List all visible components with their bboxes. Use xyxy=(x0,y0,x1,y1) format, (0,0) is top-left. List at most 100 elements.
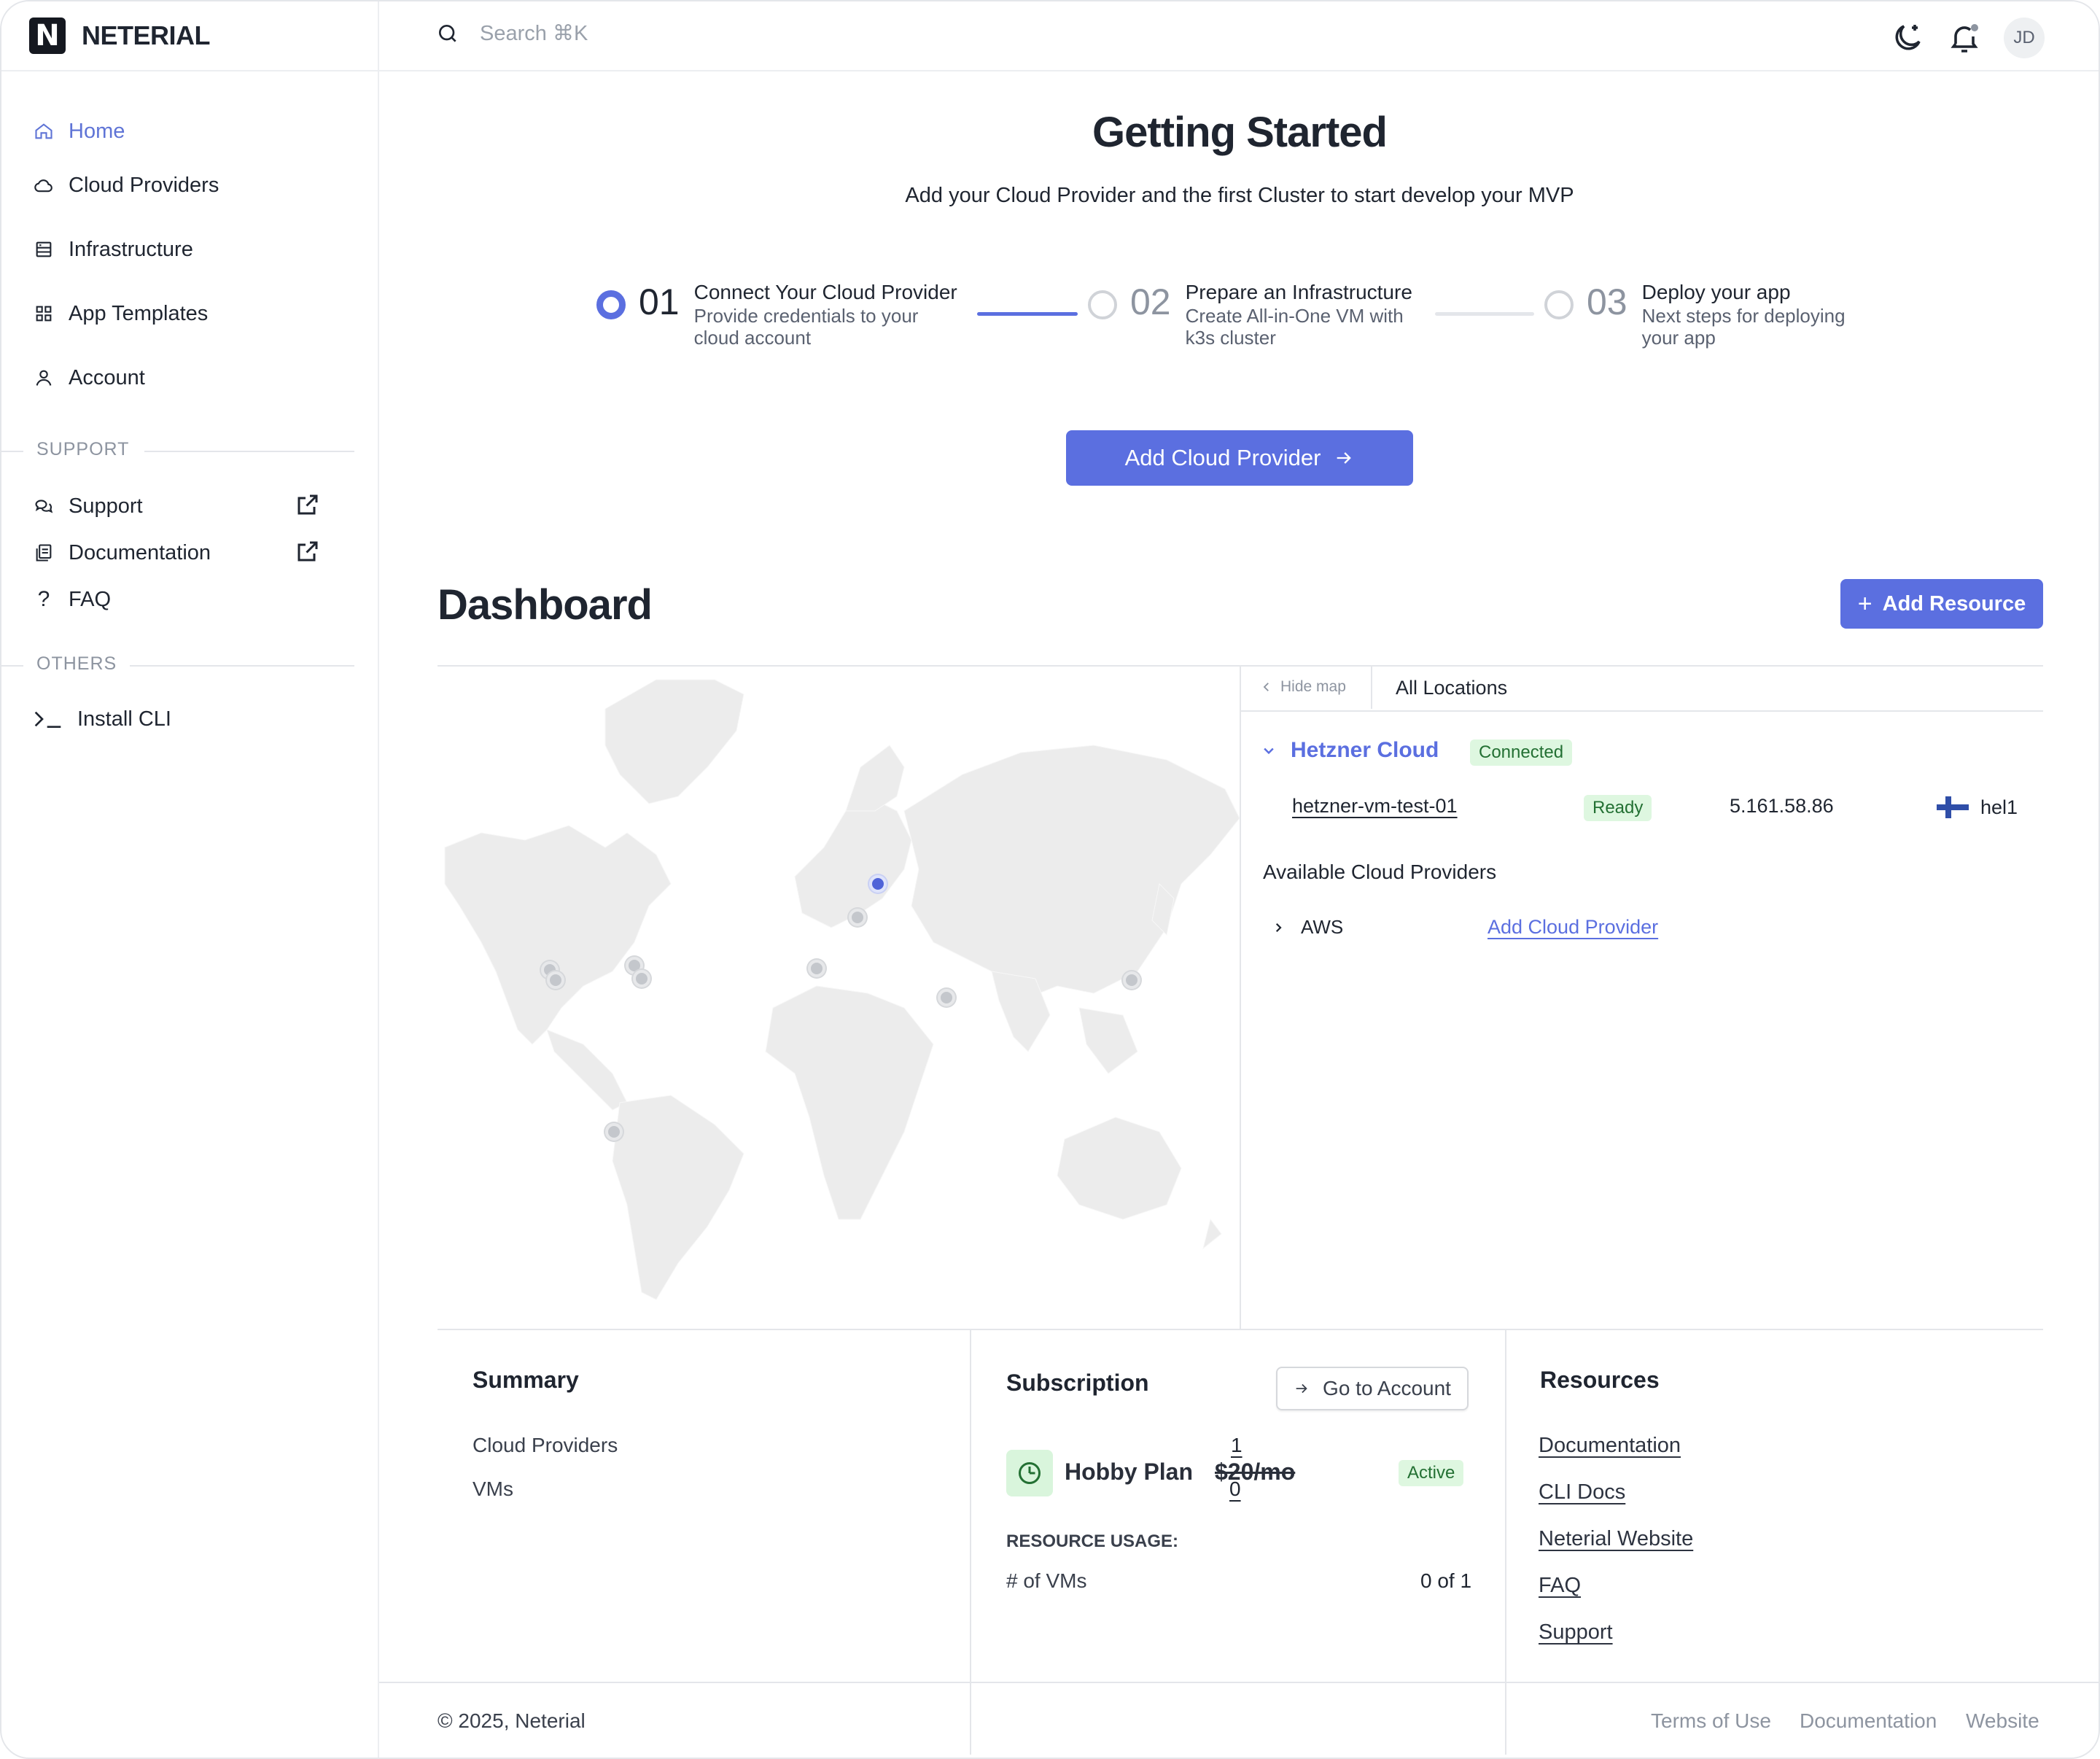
location-pin[interactable] xyxy=(1123,971,1140,989)
search-bar[interactable]: Search ⌘K xyxy=(436,20,588,46)
chevron-left-icon xyxy=(1263,683,1269,691)
add-cloud-provider-button[interactable]: Add Cloud Provider xyxy=(1066,430,1413,486)
chevron-right-icon xyxy=(1275,923,1282,932)
location-pin[interactable] xyxy=(605,1123,623,1141)
resource-link-cli-docs[interactable]: CLI Docs xyxy=(1539,1480,1625,1504)
location-pin[interactable] xyxy=(633,970,650,987)
home-icon xyxy=(34,121,54,141)
avatar[interactable]: JD xyxy=(2004,18,2045,58)
docs-icon xyxy=(34,543,54,563)
usage-label: # of VMs xyxy=(1006,1569,1087,1592)
hide-map-button[interactable]: Hide map xyxy=(1260,678,1346,696)
go-to-account-button[interactable]: Go to Account xyxy=(1276,1367,1469,1410)
top-actions: JD xyxy=(1890,18,2045,58)
copyright: © 2025, Neterial xyxy=(438,1709,586,1732)
summary-title: Summary xyxy=(472,1367,579,1393)
resource-link-support[interactable]: Support xyxy=(1539,1620,1613,1645)
plan-price: $20/mo xyxy=(1215,1459,1296,1485)
available-providers-heading: Available Cloud Providers xyxy=(1263,861,1497,883)
vm-ip: 5.161.58.86 xyxy=(1730,795,1834,817)
step-desc: your app xyxy=(1641,327,1716,349)
external-link-icon[interactable] xyxy=(295,538,321,564)
add-cloud-provider-link[interactable]: Add Cloud Provider xyxy=(1488,916,1658,939)
search-input[interactable]: Search ⌘K xyxy=(480,20,588,46)
step-3: 03 Deploy your app Next steps for deploy… xyxy=(1544,280,1846,349)
button-label: Add Cloud Provider xyxy=(1124,445,1321,470)
search-icon xyxy=(439,24,456,42)
divider xyxy=(1240,665,1241,1329)
add-resource-button[interactable]: + Add Resource xyxy=(1840,579,2043,629)
location-filter[interactable]: All Locations xyxy=(1396,677,1507,699)
step-desc: cloud account xyxy=(693,327,812,349)
logo[interactable]: N NETERIAL xyxy=(29,18,211,54)
sidebar-item-documentation[interactable]: Documentation xyxy=(34,535,211,570)
step-title: Prepare an Infrastructure xyxy=(1185,281,1412,303)
location-pin[interactable] xyxy=(849,909,866,926)
sidebar-item-app-templates[interactable]: App Templates xyxy=(34,296,208,331)
sidebar-item-account[interactable]: Account xyxy=(34,360,145,395)
sidebar-item-label: Cloud Providers xyxy=(69,173,219,197)
theme-toggle-icon[interactable] xyxy=(1890,20,1925,55)
vm-link[interactable]: hetzner-vm-test-01 xyxy=(1292,795,1458,818)
usage-heading: RESOURCE USAGE: xyxy=(1006,1531,1179,1551)
terminal-icon xyxy=(34,709,63,729)
location-pin[interactable] xyxy=(547,971,564,989)
finland-flag-icon xyxy=(1937,796,1969,818)
location-pin[interactable] xyxy=(938,989,955,1006)
available-provider-aws[interactable]: AWS xyxy=(1272,916,1343,939)
location-pin[interactable] xyxy=(808,960,825,977)
hide-map-label: Hide map xyxy=(1280,678,1346,695)
footer-link-website[interactable]: Website xyxy=(1966,1709,2039,1733)
divider xyxy=(130,665,354,667)
sidebar-item-faq[interactable]: ? FAQ xyxy=(34,582,111,617)
external-link-icon[interactable] xyxy=(295,492,321,518)
sidebar-item-home[interactable]: Home xyxy=(34,114,125,149)
summary-row-value[interactable]: 1 xyxy=(1231,1434,1242,1457)
step-desc: Next steps for deploying xyxy=(1641,305,1846,327)
button-label: Go to Account xyxy=(1323,1377,1451,1399)
step-desc: Provide credentials to your xyxy=(693,305,919,327)
top-bar: N NETERIAL Search ⌘K JD xyxy=(1,1,2099,71)
support-heading: SUPPORT xyxy=(36,439,130,459)
resource-link-documentation[interactable]: Documentation xyxy=(1539,1434,1681,1458)
question-icon: ? xyxy=(37,587,50,611)
status-badge: Connected xyxy=(1470,739,1573,766)
user-icon xyxy=(34,368,54,388)
footer-link-documentation[interactable]: Documentation xyxy=(1800,1709,1937,1733)
plan-icon xyxy=(1006,1450,1053,1496)
sidebar-item-cloud-providers[interactable]: Cloud Providers xyxy=(34,168,219,203)
others-heading: OTHERS xyxy=(36,653,117,674)
sidebar-item-infrastructure[interactable]: Infrastructure xyxy=(34,232,193,267)
summary-row-label: VMs xyxy=(472,1478,513,1500)
provider-group-hetzner[interactable]: Hetzner Cloud xyxy=(1261,738,1439,763)
sidebar-item-support[interactable]: Support xyxy=(34,489,143,524)
divider xyxy=(1505,1330,1506,1755)
summary-row-label: Cloud Providers xyxy=(472,1434,618,1456)
divider xyxy=(970,1330,971,1755)
status-badge: Ready xyxy=(1584,795,1652,821)
resource-link-faq[interactable]: FAQ xyxy=(1539,1574,1581,1598)
world-map[interactable] xyxy=(438,665,1240,1394)
step-pending-indicator xyxy=(1088,290,1117,319)
footer-link-terms[interactable]: Terms of Use xyxy=(1651,1709,1771,1733)
divider xyxy=(438,1329,2043,1330)
step-active-indicator xyxy=(596,290,626,319)
step-2: 02 Prepare an Infrastructure Create All-… xyxy=(1088,280,1412,349)
status-badge: Active xyxy=(1399,1460,1464,1486)
provider-name: AWS xyxy=(1301,916,1344,938)
step-connector xyxy=(1435,312,1534,316)
footer-divider xyxy=(379,1682,2099,1683)
sidebar-item-label: Account xyxy=(69,365,145,389)
resources-title: Resources xyxy=(1540,1367,1660,1393)
step-title: Deploy your app xyxy=(1641,281,1791,303)
sidebar-item-install-cli[interactable]: Install CLI xyxy=(34,702,171,737)
sidebar-item-label: Install CLI xyxy=(77,707,171,731)
location-pin-active[interactable] xyxy=(869,875,887,893)
provider-name: Hetzner Cloud xyxy=(1291,738,1439,762)
divider xyxy=(1241,710,2043,712)
divider xyxy=(1,451,23,452)
bell-icon[interactable] xyxy=(1947,20,1982,55)
resource-link-website[interactable]: Neterial Website xyxy=(1539,1527,1693,1551)
server-icon xyxy=(34,239,54,260)
step-desc: Create All-in-One VM with xyxy=(1185,305,1404,327)
